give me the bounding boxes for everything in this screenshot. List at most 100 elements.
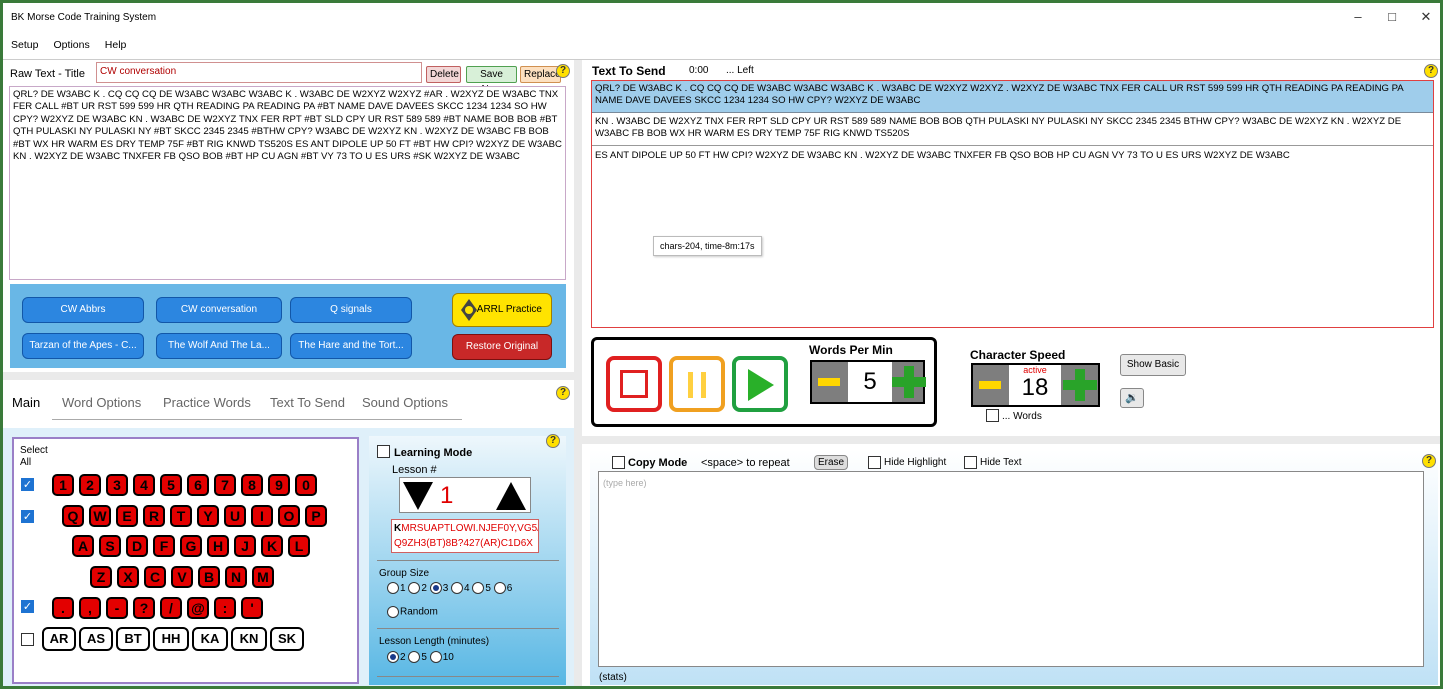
help-icon[interactable]: ?: [1424, 64, 1438, 78]
send-text-box[interactable]: QRL? DE W3ABC K . CQ CQ CQ DE W3ABC W3AB…: [591, 80, 1434, 328]
prosign-key[interactable]: BT: [116, 627, 150, 651]
lesson-down-icon[interactable]: [403, 480, 433, 515]
group-size-6[interactable]: 6: [493, 582, 512, 594]
left-splitter[interactable]: [3, 372, 574, 380]
key-letter[interactable]: R: [143, 505, 165, 527]
key-letter[interactable]: M: [252, 566, 274, 588]
row-checkbox-prosigns[interactable]: [21, 633, 34, 646]
hide-text-checkbox[interactable]: [964, 456, 977, 469]
key-num[interactable]: 5: [160, 474, 182, 496]
key-num[interactable]: 7: [214, 474, 236, 496]
save-new-button[interactable]: Save New: [466, 66, 517, 95]
lesson-up-icon[interactable]: [496, 480, 526, 515]
group-size-1[interactable]: 1: [387, 582, 406, 594]
tab-main[interactable]: Main: [12, 395, 40, 410]
key-letter[interactable]: Z: [90, 566, 112, 588]
key-letter[interactable]: K: [261, 535, 283, 557]
main-splitter[interactable]: [574, 60, 582, 686]
maximize-button[interactable]: □: [1377, 9, 1407, 24]
key-num[interactable]: 4: [133, 474, 155, 496]
show-basic-button[interactable]: Show Basic: [1120, 354, 1186, 376]
prosign-key[interactable]: SK: [270, 627, 304, 651]
row-checkbox-numbers[interactable]: ✓: [21, 478, 34, 491]
prosign-key[interactable]: AS: [79, 627, 113, 651]
prosign-key[interactable]: KA: [192, 627, 228, 651]
group-size-random[interactable]: Random: [387, 606, 438, 618]
delete-button[interactable]: Delete: [426, 66, 461, 83]
char-speed-display[interactable]: active 18: [1009, 365, 1061, 405]
library-button-q-signals[interactable]: Q signals: [290, 297, 412, 323]
key-letter[interactable]: T: [170, 505, 192, 527]
key-punct[interactable]: /: [160, 597, 182, 619]
key-letter[interactable]: L: [288, 535, 310, 557]
key-punct[interactable]: @: [187, 597, 209, 619]
library-button-hare-tortoise[interactable]: The Hare and the Tort...: [290, 333, 412, 359]
group-size-5[interactable]: 5: [472, 582, 491, 594]
key-letter[interactable]: Y: [197, 505, 219, 527]
key-num[interactable]: 8: [241, 474, 263, 496]
key-letter[interactable]: H: [207, 535, 229, 557]
key-letter[interactable]: X: [117, 566, 139, 588]
key-letter[interactable]: A: [72, 535, 94, 557]
prosign-key[interactable]: HH: [153, 627, 189, 651]
play-button[interactable]: [732, 356, 788, 412]
library-button-wolf-lamb[interactable]: The Wolf And The La...: [156, 333, 282, 359]
help-icon[interactable]: ?: [546, 434, 560, 448]
wpm-increase-icon[interactable]: [892, 366, 926, 398]
pause-button[interactable]: [669, 356, 725, 412]
key-letter[interactable]: V: [171, 566, 193, 588]
key-punct[interactable]: -: [106, 597, 128, 619]
lesson-length-5[interactable]: 5: [408, 651, 427, 663]
char-speed-increase-icon[interactable]: [1063, 369, 1097, 401]
key-letter[interactable]: N: [225, 566, 247, 588]
lesson-length-10[interactable]: 10: [429, 651, 454, 663]
row-checkbox-punctuation[interactable]: ✓: [21, 600, 34, 613]
raw-text-area[interactable]: QRL? DE W3ABC K . CQ CQ CQ DE W3ABC W3AB…: [9, 86, 566, 280]
close-button[interactable]: ✕: [1411, 9, 1441, 25]
help-icon[interactable]: ?: [556, 386, 570, 400]
library-button-tarzan[interactable]: Tarzan of the Apes - C...: [22, 333, 144, 359]
key-letter[interactable]: Q: [62, 505, 84, 527]
stop-button[interactable]: [606, 356, 662, 412]
key-num[interactable]: 1: [52, 474, 74, 496]
wpm-value[interactable]: 5: [848, 362, 892, 402]
key-punct[interactable]: ': [241, 597, 263, 619]
key-letter[interactable]: J: [234, 535, 256, 557]
copy-input[interactable]: (type here): [598, 471, 1424, 667]
replace-button[interactable]: Replace: [520, 66, 561, 83]
key-punct[interactable]: :: [214, 597, 236, 619]
wpm-decrease-icon[interactable]: [816, 366, 844, 398]
key-letter[interactable]: O: [278, 505, 300, 527]
key-punct[interactable]: ?: [133, 597, 155, 619]
tab-practice-words[interactable]: Practice Words: [163, 395, 251, 410]
sound-button[interactable]: 🔉: [1120, 388, 1144, 408]
group-size-3[interactable]: 3: [429, 582, 448, 594]
key-num[interactable]: 3: [106, 474, 128, 496]
right-splitter[interactable]: [582, 436, 1440, 444]
key-letter[interactable]: S: [99, 535, 121, 557]
help-icon[interactable]: ?: [1422, 454, 1436, 468]
tab-text-to-send[interactable]: Text To Send: [270, 395, 345, 410]
prosign-key[interactable]: KN: [231, 627, 267, 651]
title-input[interactable]: CW conversation: [96, 62, 422, 83]
menu-options[interactable]: Options: [54, 35, 90, 55]
learning-mode-checkbox[interactable]: [377, 445, 390, 458]
char-speed-decrease-icon[interactable]: [977, 369, 1005, 401]
key-letter[interactable]: C: [144, 566, 166, 588]
tab-word-options[interactable]: Word Options: [62, 395, 141, 410]
arrl-practice-button[interactable]: ARRL Practice: [452, 293, 552, 327]
words-checkbox[interactable]: [986, 409, 999, 422]
key-letter[interactable]: G: [180, 535, 202, 557]
minimize-button[interactable]: –: [1343, 9, 1373, 24]
key-letter[interactable]: I: [251, 505, 273, 527]
group-size-4[interactable]: 4: [451, 582, 470, 594]
row-checkbox-letters[interactable]: ✓: [21, 510, 34, 523]
menu-help[interactable]: Help: [105, 35, 127, 55]
prosign-key[interactable]: AR: [42, 627, 76, 651]
tab-sound-options[interactable]: Sound Options: [362, 395, 448, 410]
key-punct[interactable]: ,: [79, 597, 101, 619]
copy-mode-checkbox[interactable]: [612, 456, 625, 469]
lesson-length-2[interactable]: 2: [387, 651, 406, 663]
key-letter[interactable]: P: [305, 505, 327, 527]
key-letter[interactable]: F: [153, 535, 175, 557]
